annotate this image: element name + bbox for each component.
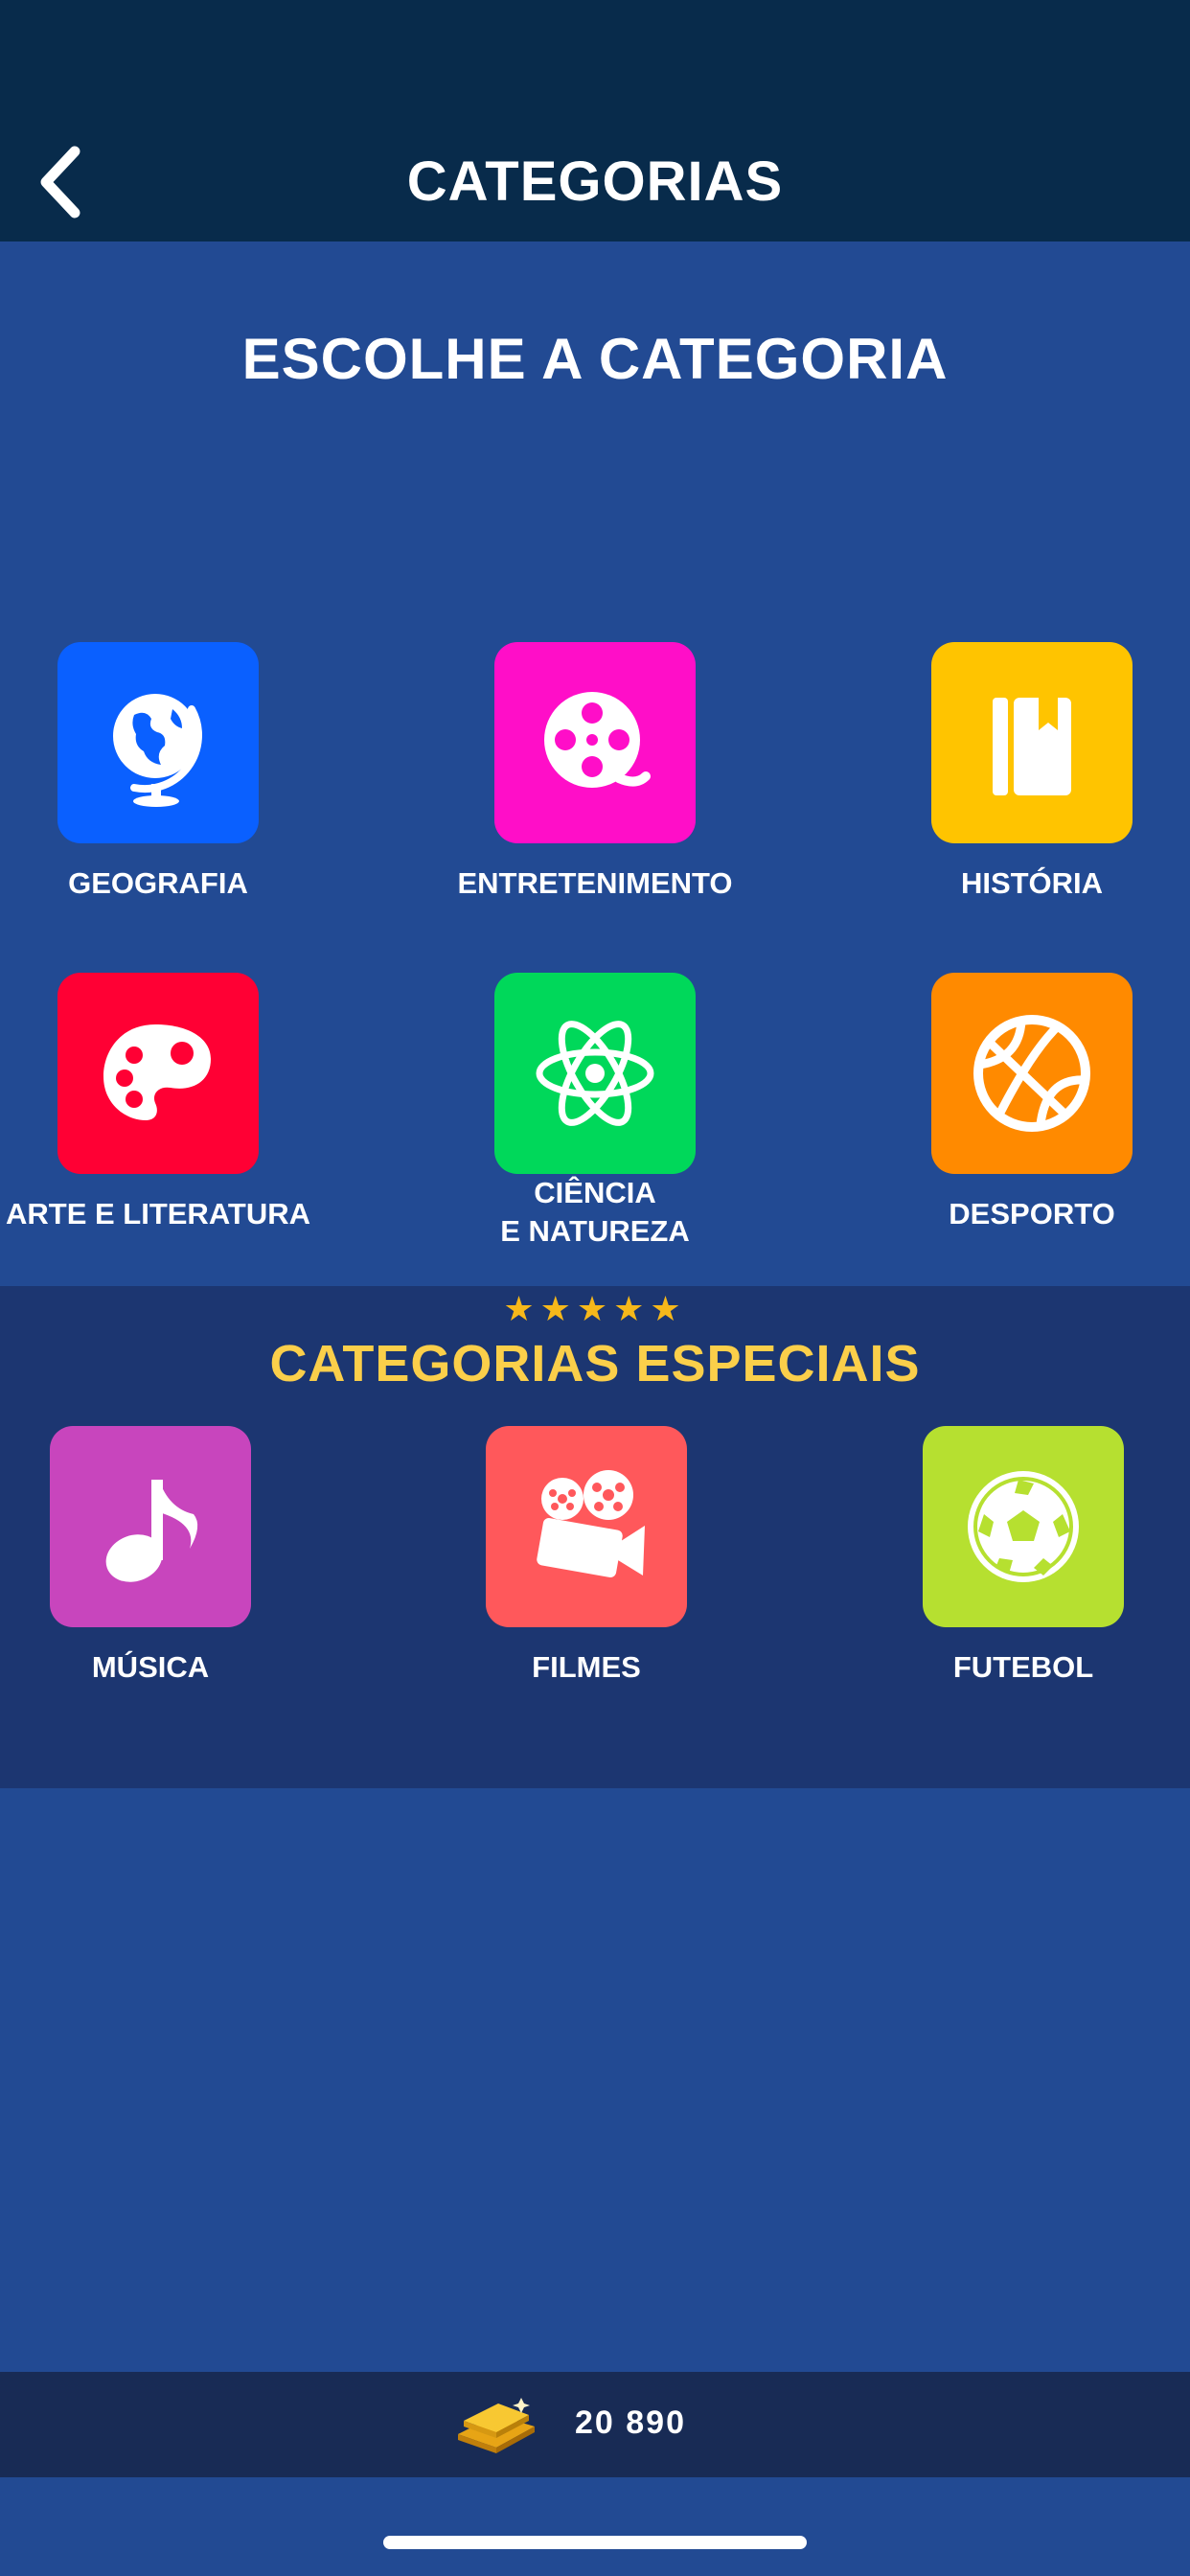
category-label: ARTE E LITERATURA [5, 1197, 311, 1230]
category-filmes[interactable]: FILMES [395, 1426, 778, 1687]
music-note-icon [105, 1480, 198, 1582]
category-tile [931, 973, 1133, 1174]
category-tile [57, 973, 259, 1174]
choose-category-heading: ESCOLHE A CATEGORIA [241, 327, 949, 391]
category-label: FILMES [532, 1650, 641, 1684]
stars-rating: ★★★★★ [503, 1289, 687, 1328]
palette-icon [103, 1024, 211, 1120]
special-categories-heading: CATEGORIAS ESPECIAIS [269, 1335, 921, 1392]
category-label: MÚSICA [91, 1650, 210, 1684]
gold-bars-icon [458, 2398, 535, 2453]
atom-icon [536, 1021, 654, 1126]
film-reel-icon [544, 692, 651, 788]
category-tile [50, 1426, 251, 1627]
category-tile [57, 642, 259, 843]
category-label: DESPORTO [949, 1197, 1115, 1230]
category-musica[interactable]: MÚSICA [0, 1426, 342, 1687]
home-indicator[interactable] [383, 2536, 807, 2549]
category-label: HISTÓRIA [960, 866, 1104, 900]
category-entretenimento[interactable]: ENTRETENIMENTO [403, 642, 787, 903]
category-tile [494, 973, 696, 1174]
category-desporto[interactable]: DESPORTO [840, 973, 1190, 1233]
category-label: CIÊNCIA E NATUREZA [500, 1176, 690, 1248]
category-futebol[interactable]: FUTEBOL [832, 1426, 1190, 1687]
basketball-icon [973, 1015, 1090, 1132]
coin-balance: 20 890 [575, 2404, 686, 2441]
category-label: ENTRETENIMENTO [457, 866, 733, 900]
book-icon [993, 698, 1071, 795]
category-label: GEOGRAFIA [68, 866, 248, 900]
category-label: FUTEBOL [952, 1650, 1094, 1684]
bottom-safe-area [0, 2477, 1190, 2576]
soccer-ball-icon [968, 1471, 1079, 1582]
category-tile [494, 642, 696, 843]
movie-camera-icon [537, 1470, 645, 1577]
category-ciencia-e-natureza[interactable]: CIÊNCIA E NATUREZA [403, 973, 787, 1251]
page-title: CATEGORIAS [406, 150, 784, 213]
category-tile [931, 642, 1133, 843]
category-arte-e-literatura[interactable]: ARTE E LITERATURA [0, 973, 350, 1233]
category-historia[interactable]: HISTÓRIA [840, 642, 1190, 903]
globe-icon [113, 694, 202, 807]
category-geografia[interactable]: GEOGRAFIA [0, 642, 350, 903]
category-tile [486, 1426, 687, 1627]
category-tile [923, 1426, 1124, 1627]
